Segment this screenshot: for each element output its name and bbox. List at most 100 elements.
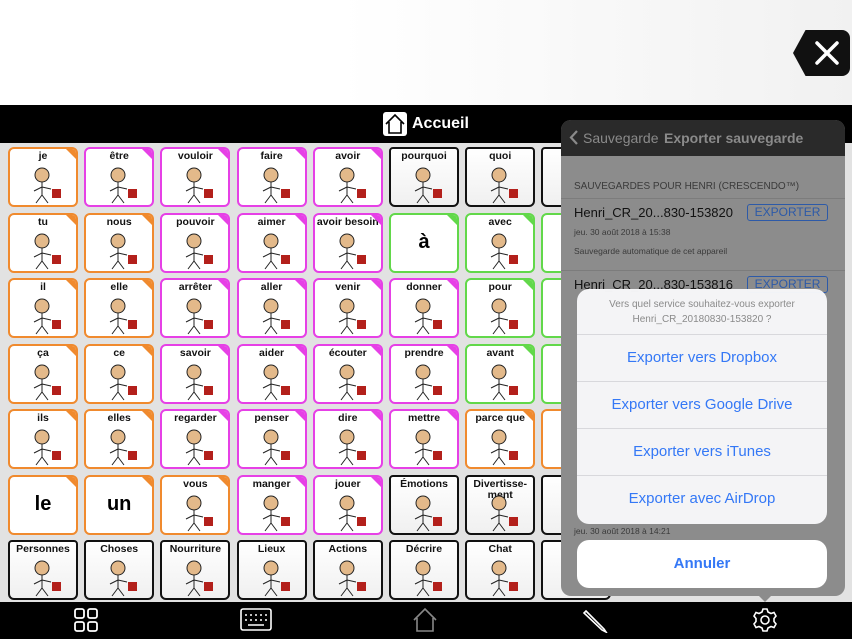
- corner-marker: [142, 411, 153, 421]
- word-button[interactable]: nous: [84, 212, 155, 273]
- pictogram-icon: [490, 167, 519, 204]
- pictogram-icon: [338, 233, 366, 269]
- folder-button[interactable]: Divertisse-ment: [465, 474, 536, 535]
- word-button[interactable]: aller: [236, 278, 307, 338]
- word-button[interactable]: vouloir: [160, 147, 231, 207]
- word-button[interactable]: je: [8, 147, 78, 207]
- word-label: un: [106, 492, 132, 515]
- word-button[interactable]: mettre: [389, 409, 459, 469]
- pictogram-icon: [490, 560, 519, 597]
- message-bar[interactable]: [0, 0, 852, 105]
- home-icon[interactable]: [412, 607, 438, 633]
- word-button[interactable]: arrêter: [160, 278, 231, 338]
- delete-x-icon: [815, 41, 839, 65]
- word-button[interactable]: avec: [465, 212, 536, 273]
- divider: [561, 270, 845, 271]
- pictogram-icon: [414, 364, 442, 400]
- word-button[interactable]: manger: [236, 474, 307, 535]
- pictogram-icon: [33, 298, 61, 335]
- word-button[interactable]: faire: [236, 147, 307, 207]
- word-button[interactable]: tu: [8, 212, 78, 273]
- folder-button[interactable]: Personnes: [8, 540, 78, 600]
- folder-button[interactable]: Décrire: [389, 540, 459, 600]
- folder-button[interactable]: Nourriture: [160, 540, 231, 600]
- word-label: Choses: [100, 543, 139, 555]
- cancel-button[interactable]: Annuler: [577, 540, 827, 588]
- chevron-left-icon[interactable]: [569, 129, 579, 146]
- word-button[interactable]: avant: [465, 343, 536, 404]
- bottom-toolbar: [0, 602, 852, 639]
- word-label: Nourriture: [169, 543, 222, 555]
- word-button[interactable]: venir: [312, 278, 383, 338]
- word-button[interactable]: donner: [389, 278, 459, 338]
- pictogram-icon: [262, 298, 290, 335]
- export-button[interactable]: EXPORTER: [747, 204, 828, 221]
- word-button[interactable]: parce que: [465, 409, 536, 469]
- word-button[interactable]: vous: [160, 474, 231, 535]
- folder-button[interactable]: Chat: [465, 540, 536, 600]
- gear-icon[interactable]: [752, 607, 778, 633]
- word-button[interactable]: elle: [84, 278, 155, 338]
- word-button[interactable]: être: [84, 147, 155, 207]
- word-label: Actions: [328, 543, 368, 555]
- word-button[interactable]: savoir: [160, 343, 231, 404]
- word-button[interactable]: avoir besoin: [312, 212, 383, 273]
- corner-marker: [523, 214, 534, 225]
- export-google-drive-option[interactable]: Exporter vers Google Drive: [577, 381, 827, 428]
- export-action-sheet: Vers quel service souhaitez-vous exporte…: [577, 289, 827, 524]
- pictogram-icon: [186, 233, 214, 269]
- backup-date: jeu. 30 août 2018 à 15:38: [574, 227, 671, 237]
- folder-button[interactable]: Lieux: [236, 540, 307, 600]
- word-button[interactable]: le: [8, 474, 78, 535]
- corner-marker: [370, 280, 381, 290]
- corner-marker: [370, 345, 381, 356]
- pictogram-icon: [338, 298, 366, 335]
- word-button[interactable]: regarder: [160, 409, 231, 469]
- word-button[interactable]: écouter: [312, 343, 383, 404]
- word-button[interactable]: ça: [8, 343, 78, 404]
- word-button[interactable]: pour: [465, 278, 536, 338]
- corner-marker: [447, 280, 457, 290]
- corner-marker: [66, 476, 76, 487]
- word-button[interactable]: ils: [8, 409, 78, 469]
- home-icon[interactable]: [383, 112, 407, 136]
- back-button[interactable]: Sauvegarde: [583, 130, 659, 146]
- folder-button[interactable]: Émotions: [389, 474, 459, 535]
- word-label: le: [34, 492, 52, 515]
- export-itunes-option[interactable]: Exporter vers iTunes: [577, 428, 827, 475]
- folder-button[interactable]: Actions: [312, 540, 383, 600]
- corner-marker: [294, 214, 305, 225]
- keyboard-icon[interactable]: [240, 607, 272, 633]
- export-dropbox-option[interactable]: Exporter vers Dropbox: [577, 334, 827, 381]
- pictogram-icon: [186, 298, 214, 335]
- pictogram-icon: [414, 167, 442, 204]
- folder-button[interactable]: pourquoi: [389, 147, 459, 207]
- word-button[interactable]: elles: [84, 409, 155, 469]
- word-button[interactable]: à: [389, 212, 459, 273]
- word-button[interactable]: dire: [312, 409, 383, 469]
- word-button[interactable]: il: [8, 278, 78, 338]
- word-button[interactable]: aimer: [236, 212, 307, 273]
- word-button[interactable]: pouvoir: [160, 212, 231, 273]
- folder-button[interactable]: Choses: [84, 540, 155, 600]
- word-label: Personnes: [16, 543, 70, 555]
- word-button[interactable]: un: [84, 474, 155, 535]
- word-button[interactable]: aider: [236, 343, 307, 404]
- word-button[interactable]: penser: [236, 409, 307, 469]
- grid-icon[interactable]: [73, 607, 99, 633]
- word-button[interactable]: avoir: [312, 147, 383, 207]
- backup-date: jeu. 30 août 2018 à 14:21: [574, 526, 671, 536]
- corner-marker: [142, 149, 153, 159]
- word-button[interactable]: prendre: [389, 343, 459, 404]
- corner-marker: [218, 214, 229, 225]
- pencil-icon[interactable]: [582, 607, 608, 633]
- word-label: Lieux: [257, 543, 286, 555]
- corner-marker: [294, 476, 305, 487]
- export-airdrop-option[interactable]: Exporter avec AirDrop: [577, 475, 827, 522]
- corner-marker: [66, 345, 76, 356]
- folder-button[interactable]: quoi: [465, 147, 536, 207]
- word-button[interactable]: jouer: [312, 474, 383, 535]
- word-button[interactable]: ce: [84, 343, 155, 404]
- corner-marker: [66, 280, 76, 290]
- pictogram-icon: [490, 495, 519, 531]
